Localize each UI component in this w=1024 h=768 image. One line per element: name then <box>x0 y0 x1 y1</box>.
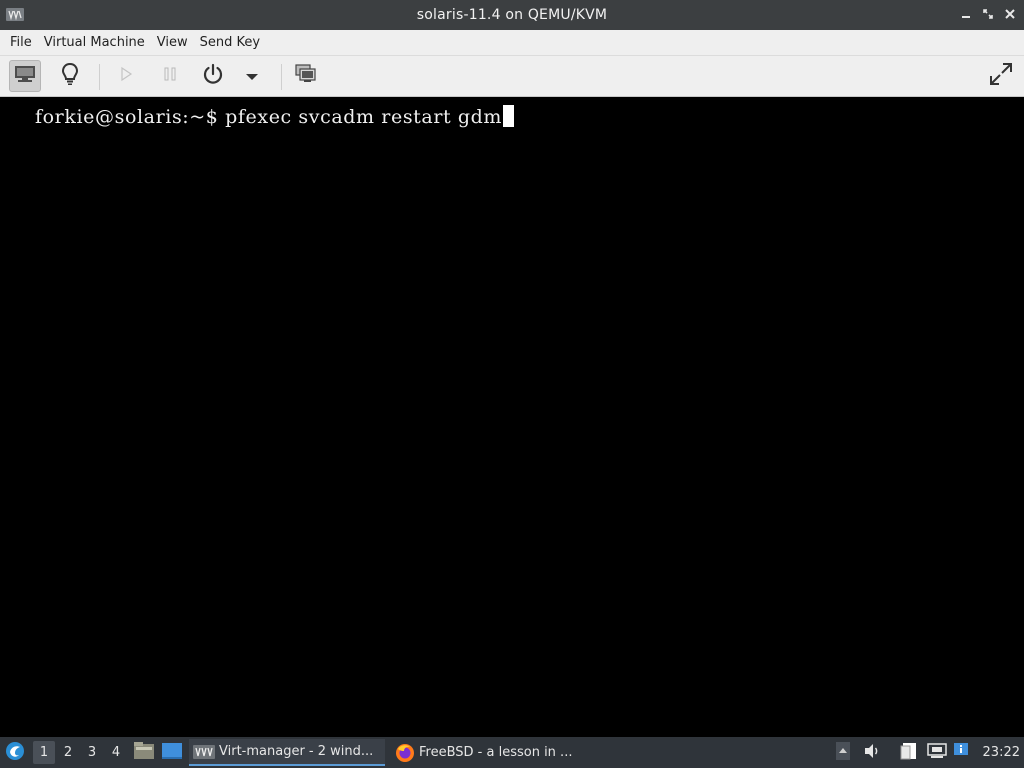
shell-command: pfexec svcadm restart gdm <box>225 106 503 128</box>
virt-manager-icon <box>193 744 215 759</box>
monitor-icon <box>14 65 36 87</box>
taskbar: 1 2 3 4 Virt-manager - 2 wind... FreeBSD… <box>0 737 1024 768</box>
clock[interactable]: 23:22 <box>983 737 1020 768</box>
info-badge-icon <box>953 742 969 764</box>
menu-virtual-machine[interactable]: Virtual Machine <box>38 30 151 56</box>
update-notifier-tray[interactable] <box>953 737 969 768</box>
menu-file[interactable]: File <box>4 30 38 56</box>
pause-icon <box>162 66 178 86</box>
window-title: solaris-11.4 on QEMU/KVM <box>416 7 608 23</box>
task-label: FreeBSD - a lesson in ... <box>419 745 573 760</box>
pause-button[interactable] <box>154 60 186 92</box>
task-firefox[interactable]: FreeBSD - a lesson in ... <box>391 739 581 766</box>
power-icon <box>202 63 224 89</box>
toolbar <box>0 56 1024 97</box>
toolbar-separator <box>281 64 282 90</box>
workspace-2[interactable]: 2 <box>57 741 79 764</box>
window-controls <box>958 6 1018 22</box>
play-icon <box>118 66 134 86</box>
show-details-button[interactable] <box>54 60 86 92</box>
minimize-icon[interactable] <box>958 6 974 22</box>
menu-send-key[interactable]: Send Key <box>194 30 266 56</box>
network-icon <box>927 742 947 764</box>
file-manager-launcher[interactable] <box>133 737 155 768</box>
show-desktop-launcher[interactable] <box>161 737 183 768</box>
show-console-button[interactable] <box>9 60 41 92</box>
title-bar[interactable]: solaris-11.4 on QEMU/KVM <box>0 0 1024 30</box>
vm-console-display[interactable]: forkie@solaris:~$ pfexec svcadm restart … <box>2 97 1022 737</box>
shell-prompt: forkie@solaris:~$ <box>35 106 226 128</box>
shutdown-button[interactable] <box>197 60 229 92</box>
console-line: forkie@solaris:~$ pfexec svcadm restart … <box>35 105 515 128</box>
workspace-1[interactable]: 1 <box>33 741 55 764</box>
app-menu-button[interactable] <box>4 737 26 768</box>
workspace-3[interactable]: 3 <box>81 741 103 764</box>
lxqt-logo-icon <box>4 740 26 766</box>
virt-viewer-window: solaris-11.4 on QEMU/KVM File Virtual Ma… <box>0 0 1024 768</box>
virt-manager-icon <box>6 8 24 21</box>
text-cursor <box>503 105 515 127</box>
shutdown-menu-button[interactable] <box>236 60 268 92</box>
clipboard-icon <box>899 741 919 765</box>
desktop-icon <box>161 741 183 765</box>
tray-expander[interactable] <box>835 737 851 768</box>
network-tray[interactable] <box>927 737 947 768</box>
volume-control[interactable] <box>863 737 881 768</box>
task-label: Virt-manager - 2 wind... <box>219 744 374 759</box>
snapshots-button[interactable] <box>290 60 322 92</box>
firefox-icon <box>395 743 415 763</box>
run-button[interactable] <box>110 60 142 92</box>
menu-view[interactable]: View <box>151 30 194 56</box>
clipboard-tray[interactable] <box>899 737 919 768</box>
snapshots-icon <box>295 64 317 88</box>
file-manager-icon <box>133 741 155 765</box>
volume-icon <box>863 742 881 764</box>
dropdown-arrow-icon <box>245 67 259 86</box>
close-icon[interactable] <box>1002 6 1018 22</box>
maximize-icon[interactable] <box>980 6 996 22</box>
tray-arrow-icon <box>835 741 851 765</box>
fullscreen-icon <box>989 62 1013 90</box>
task-virt-manager[interactable]: Virt-manager - 2 wind... <box>189 739 385 766</box>
toolbar-separator <box>99 64 100 90</box>
workspace-4[interactable]: 4 <box>105 741 127 764</box>
fullscreen-button[interactable] <box>985 60 1017 92</box>
menu-bar: File Virtual Machine View Send Key <box>0 30 1024 56</box>
lightbulb-icon <box>60 62 80 90</box>
